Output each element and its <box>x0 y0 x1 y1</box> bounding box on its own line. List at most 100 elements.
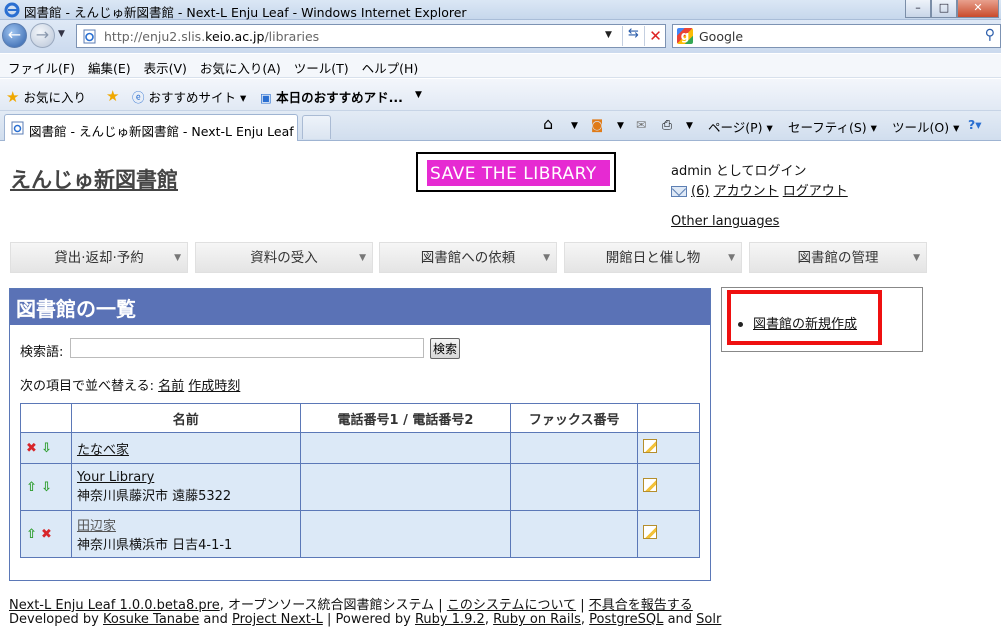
address-bar[interactable]: http://enju2.slis.keio.ac.jp/libraries ▼… <box>76 24 666 48</box>
nav-circulation[interactable]: 貸出·返却·予約 ▼ <box>10 242 188 273</box>
nav-acquisition[interactable]: 資料の受入 ▼ <box>195 242 373 273</box>
delete-icon[interactable]: ✖ <box>26 441 37 456</box>
search-provider: Google <box>699 29 744 44</box>
sort-by-name-link[interactable]: 名前 <box>158 379 184 394</box>
menu-help[interactable]: ヘルプ(H) <box>362 54 426 77</box>
edit-cell <box>637 510 700 558</box>
column-header: ファックス番号 <box>510 403 639 433</box>
solr-link[interactable]: Solr <box>696 612 721 627</box>
new-tab-button[interactable] <box>302 115 331 139</box>
site-title[interactable]: えんじゅ新図書館 <box>10 164 178 194</box>
forward-button[interactable]: → <box>30 23 55 48</box>
menu-tools[interactable]: ツール(T) <box>294 54 356 77</box>
author-link[interactable]: Kosuke Tanabe <box>103 612 199 627</box>
other-languages-link[interactable]: Other languages <box>671 214 779 229</box>
move-down-icon[interactable]: ⇩ <box>41 480 52 495</box>
save-the-library-banner[interactable]: SAVE THE LIBRARY <box>416 152 616 192</box>
home-icon[interactable]: ⌂ <box>543 114 553 133</box>
column-header <box>20 403 72 433</box>
row-controls: ⇧ ⇩ <box>20 463 72 511</box>
nav-management[interactable]: 図書館の管理 ▼ <box>749 242 927 273</box>
chevron-down-icon: ▼ <box>728 253 735 263</box>
enju-leaf-link[interactable]: Next-L Enju Leaf 1.0.0.beta8.pre <box>9 598 220 613</box>
feeds-icon[interactable]: ◙ <box>591 117 603 132</box>
history-dropdown-icon[interactable]: ▼ <box>58 29 65 39</box>
row-controls: ⇧ ✖ <box>20 510 72 558</box>
address-toolbar: ← → ▼ http://enju2.slis.keio.ac.jp/libra… <box>0 20 1001 53</box>
tab-bar: 図書館 - えんじゅ新図書館 - Next-L Enju Leaf ⌂ ▼ ◙ … <box>0 111 1001 141</box>
page-content: えんじゅ新図書館 SAVE THE LIBRARY admin としてログイン … <box>0 142 1001 639</box>
edit-icon[interactable] <box>643 525 658 539</box>
edit-icon[interactable] <box>643 439 658 453</box>
star-icon: ★ <box>6 88 20 106</box>
stop-icon[interactable]: ✕ <box>644 26 666 46</box>
tab-libraries[interactable]: 図書館 - えんじゅ新図書館 - Next-L Enju Leaf <box>4 114 298 141</box>
print-dropdown-icon[interactable]: ▼ <box>686 121 693 131</box>
logout-link[interactable]: ログアウト <box>783 184 848 199</box>
menu-bar: ファイル(F) 編集(E) 表示(V) お気に入り(A) ツール(T) ヘルプ(… <box>0 54 1001 78</box>
move-down-icon[interactable]: ⇩ <box>41 441 52 456</box>
edit-cell <box>637 463 700 511</box>
help-icon[interactable]: ?▾ <box>968 117 982 132</box>
search-icon[interactable]: ⚲ <box>985 27 995 43</box>
mail-icon <box>671 186 687 197</box>
print-icon[interactable]: ⎙ <box>662 117 672 133</box>
rails-link[interactable]: Ruby on Rails <box>493 612 581 627</box>
search-box[interactable]: g Google ⚲ <box>672 24 1001 48</box>
library-address: 神奈川県藤沢市 遠藤5322 <box>76 489 232 504</box>
table-header-row: 名前 電話番号1 / 電話番号2 ファックス番号 <box>20 403 700 433</box>
search-input[interactable] <box>70 338 424 358</box>
move-up-icon[interactable]: ⇧ <box>26 480 37 495</box>
address-dropdown-icon[interactable]: ▼ <box>605 30 612 40</box>
menu-file[interactable]: ファイル(F) <box>8 54 82 77</box>
move-up-icon[interactable]: ⇧ <box>26 527 37 542</box>
footer-line-1: Next-L Enju Leaf 1.0.0.beta8.pre, オープンソー… <box>9 598 693 613</box>
phone-cell <box>299 510 512 558</box>
library-name-link[interactable]: たなべ家 <box>77 443 129 458</box>
sort-by-created-link[interactable]: 作成時刻 <box>188 379 240 394</box>
ruby-link[interactable]: Ruby 1.9.2 <box>415 612 485 627</box>
close-window-button[interactable]: ✕ <box>957 0 999 18</box>
mail-icon[interactable]: ✉ <box>636 117 646 132</box>
fav-today-addon[interactable]: ▣ 本日のおすすめアド... <box>260 87 403 106</box>
nav-events[interactable]: 開館日と催し物 ▼ <box>564 242 742 273</box>
add-favorite-icon[interactable]: ★ <box>106 87 119 105</box>
library-name-link[interactable]: 田辺家 <box>77 519 116 534</box>
fax-cell <box>510 432 639 464</box>
new-library-link[interactable]: 図書館の新規作成 <box>753 317 857 332</box>
home-dropdown-icon[interactable]: ▼ <box>571 121 578 131</box>
page-menu[interactable]: ページ(P) ▾ <box>708 117 773 136</box>
edit-icon[interactable] <box>643 478 658 492</box>
page-icon <box>83 29 96 44</box>
sidebar-item-new-library: 図書館の新規作成 <box>738 313 857 332</box>
menu-favorites[interactable]: お気に入り(A) <box>200 54 288 77</box>
library-list-panel: 図書館の一覧 検索語: 検索 次の項目で並べ替える: 名前 作成時刻 名前 電話… <box>9 288 711 581</box>
menu-view[interactable]: 表示(V) <box>144 54 194 77</box>
tools-menu[interactable]: ツール(O) ▾ <box>892 117 959 136</box>
favorites-button[interactable]: ★ お気に入り <box>6 87 86 106</box>
search-button[interactable]: 検索 <box>430 338 460 359</box>
library-name-link[interactable]: Your Library <box>77 470 154 485</box>
report-bug-link[interactable]: 不具合を報告する <box>589 598 693 613</box>
libraries-table: 名前 電話番号1 / 電話番号2 ファックス番号 ✖ ⇩ たなべ家 ⇧ ⇩ Yo… <box>20 403 700 558</box>
footer-line-2: Developed by Kosuke Tanabe and Project N… <box>9 612 722 627</box>
refresh-icon[interactable]: ⇆ <box>622 26 644 46</box>
postgresql-link[interactable]: PostgreSQL <box>589 612 663 627</box>
messages-link[interactable]: (6) <box>691 184 709 199</box>
project-next-l-link[interactable]: Project Next-L <box>232 612 323 627</box>
account-link[interactable]: アカウント <box>714 184 779 199</box>
fav-today-dropdown-icon[interactable]: ▼ <box>415 90 422 100</box>
about-link[interactable]: このシステムについて <box>447 598 576 613</box>
back-button[interactable]: ← <box>2 23 27 48</box>
fax-cell <box>510 463 639 511</box>
minimize-button[interactable]: – <box>905 0 931 18</box>
nav-requests[interactable]: 図書館への依頼 ▼ <box>379 242 557 273</box>
menu-edit[interactable]: 編集(E) <box>88 54 138 77</box>
chevron-down-icon: ▼ <box>359 253 366 263</box>
ie-logo-icon <box>4 2 20 18</box>
delete-icon[interactable]: ✖ <box>41 527 52 542</box>
maximize-button[interactable]: □ <box>931 0 957 18</box>
feeds-dropdown-icon[interactable]: ▼ <box>617 121 624 131</box>
safety-menu[interactable]: セーフティ(S) ▾ <box>788 117 877 136</box>
fav-suggested-sites[interactable]: ⓔ おすすめサイト ▾ <box>132 87 246 106</box>
